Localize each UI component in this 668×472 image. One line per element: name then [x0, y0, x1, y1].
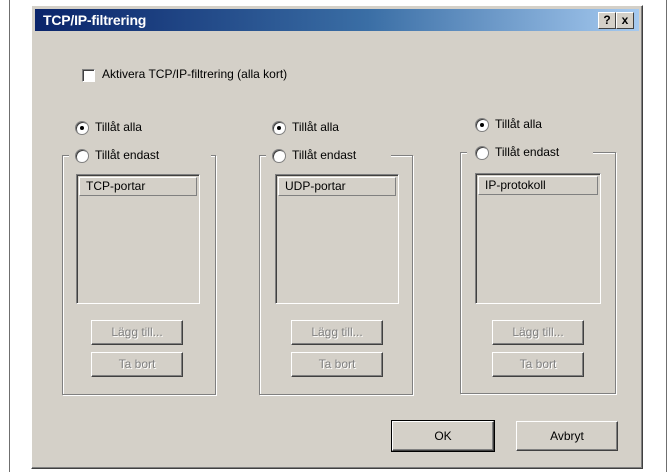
ip-protocols-column-header[interactable]: IP-protokoll [478, 176, 598, 195]
udp-allow-only-label[interactable]: Tillåt endast [292, 148, 356, 162]
tcp-ports-column-header[interactable]: TCP-portar [79, 177, 197, 196]
ip-add-button[interactable]: Lägg till... [492, 320, 584, 345]
ip-remove-button[interactable]: Ta bort [492, 352, 584, 377]
enable-filter-label[interactable]: Aktivera TCP/IP-filtrering (alla kort) [102, 67, 287, 81]
tcp-add-button[interactable]: Lägg till... [91, 320, 183, 345]
cancel-button[interactable]: Avbryt [516, 421, 618, 451]
ip-allow-only-label[interactable]: Tillåt endast [495, 145, 559, 159]
frame-left-border [9, 0, 10, 472]
tcp-allow-all-radio[interactable] [75, 121, 89, 135]
tcp-allow-all-label[interactable]: Tillåt alla [95, 120, 142, 134]
udp-ports-list[interactable]: UDP-portar [275, 174, 399, 304]
enable-filter-checkbox[interactable] [82, 69, 95, 82]
frame-right-border [666, 0, 667, 472]
tcpip-filter-dialog: TCP/IP-filtrering ? x Aktivera TCP/IP-fi… [31, 5, 643, 469]
ok-button[interactable]: OK [391, 420, 495, 452]
tcp-ports-list[interactable]: TCP-portar [76, 174, 200, 304]
ip-allow-only-radio[interactable] [475, 146, 489, 160]
udp-ports-column-header[interactable]: UDP-portar [278, 177, 396, 196]
udp-allow-only-radio[interactable] [272, 149, 286, 163]
title-bar[interactable]: TCP/IP-filtrering ? x [35, 9, 639, 31]
ip-protocols-list[interactable]: IP-protokoll [475, 173, 601, 304]
udp-allow-all-radio[interactable] [272, 121, 286, 135]
udp-allow-all-label[interactable]: Tillåt alla [292, 120, 339, 134]
udp-remove-button[interactable]: Ta bort [291, 352, 383, 377]
tcp-allow-only-radio[interactable] [75, 149, 89, 163]
window-title: TCP/IP-filtrering [43, 12, 147, 28]
ip-allow-all-label[interactable]: Tillåt alla [495, 117, 542, 131]
tcp-remove-button[interactable]: Ta bort [91, 352, 183, 377]
help-button[interactable]: ? [598, 12, 616, 29]
tcp-allow-only-label[interactable]: Tillåt endast [95, 148, 159, 162]
ip-allow-all-radio[interactable] [475, 118, 489, 132]
close-button[interactable]: x [616, 12, 634, 29]
udp-add-button[interactable]: Lägg till... [291, 320, 383, 345]
